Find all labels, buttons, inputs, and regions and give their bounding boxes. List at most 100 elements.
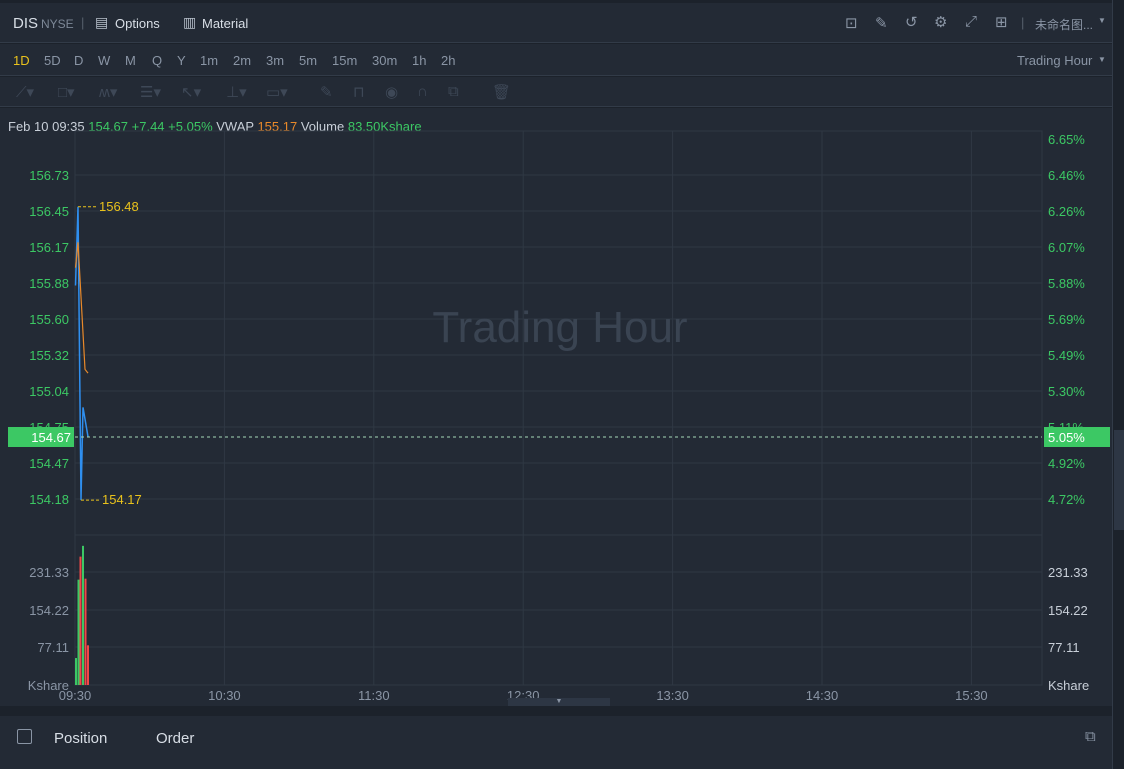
chevron-down-icon: ▼ (1098, 55, 1106, 64)
time-tick-label: 10:30 (208, 688, 241, 703)
lock-icon[interactable]: ⊓ (353, 83, 365, 101)
drawing-toolbar: ⟋▾ □▾ ʍ▾ ☰▾ ↖▾ ⊥▾ ▭▾ ✎ ⊓ ◉ ∩ ⧉ 🗑 (0, 77, 1112, 107)
price-tick-label: 155.60 (29, 312, 69, 327)
timeframe-30m[interactable]: 30m (372, 53, 397, 68)
timeframe-5m[interactable]: 5m (299, 53, 317, 68)
pct-tick-label: 6.07% (1048, 240, 1085, 255)
time-tick-label: 14:30 (806, 688, 839, 703)
pct-tick-label: 6.65% (1048, 132, 1085, 147)
timeframe-Q[interactable]: Q (152, 53, 162, 68)
timeframe-1m[interactable]: 1m (200, 53, 218, 68)
rectangle-tool-icon[interactable]: □▾ (58, 83, 75, 101)
current-pct-label: 5.05% (1048, 430, 1085, 445)
timeframe-3m[interactable]: 3m (266, 53, 284, 68)
line-tool-icon[interactable]: ⟋▾ (16, 83, 34, 101)
timeframe-15m[interactable]: 15m (332, 53, 357, 68)
tab-order[interactable]: Order (156, 730, 194, 747)
session-selector[interactable]: Trading Hour (1017, 53, 1092, 68)
volume-tick-label: 231.33 (29, 565, 69, 580)
volume-tick-label: 154.22 (1048, 603, 1088, 618)
volume-unit-label: Kshare (28, 678, 69, 693)
panel-collapse-handle[interactable]: ▼ (508, 698, 610, 706)
magnet-icon[interactable]: ∩ (417, 83, 428, 100)
volume-unit-label: Kshare (1048, 678, 1089, 693)
time-tick-label: 13:30 (656, 688, 689, 703)
time-tick-label: 11:30 (358, 688, 390, 703)
fullscreen-icon[interactable]: ⤢ (965, 13, 977, 30)
sidebar-toggle-icon[interactable] (17, 729, 32, 744)
tab-position[interactable]: Position (54, 730, 107, 747)
timeframe-5D[interactable]: 5D (44, 53, 61, 68)
volume-tick-label: 77.11 (1048, 640, 1080, 655)
pct-tick-label: 5.88% (1048, 276, 1085, 291)
draw-icon[interactable]: ✎ (875, 14, 888, 32)
grid-layout-icon[interactable]: ⊞ (995, 13, 1008, 31)
pct-tick-label: 4.72% (1048, 492, 1085, 507)
bottom-panel: Position Order ⧉ (0, 716, 1112, 769)
vwap-line (74, 242, 89, 374)
price-tick-label: 156.73 (29, 168, 69, 183)
timeframe-M[interactable]: M (125, 53, 136, 68)
layout-selector[interactable]: 未命名图... (1035, 16, 1093, 33)
pencil-icon[interactable]: ✎ (320, 83, 333, 101)
pct-tick-label: 5.30% (1048, 384, 1085, 399)
options-button[interactable]: Options (115, 16, 160, 31)
chart-svg: 09:30 10:30 11:30 12:30 13:30 14:30 15:30Tradi… (8, 130, 1110, 703)
plot-border (74, 130, 1043, 686)
pct-tick-label: 5.69% (1048, 312, 1085, 327)
timeframe-D[interactable]: D (74, 53, 83, 68)
popout-icon[interactable]: ⧉ (1085, 728, 1096, 745)
current-price-label: 154.67 (31, 430, 71, 445)
label-tool-icon[interactable]: ▭▾ (266, 83, 288, 101)
low-label: 154.17 (102, 492, 142, 507)
eye-icon[interactable]: ◉ (385, 83, 398, 101)
price-tick-label: 156.17 (29, 240, 69, 255)
pct-tick-label: 4.92% (1048, 456, 1085, 471)
indicator-icon[interactable]: ⊡ (845, 14, 858, 32)
right-panel-toggle[interactable] (1114, 430, 1124, 530)
right-scrollbar[interactable] (1112, 0, 1124, 769)
material-button[interactable]: Material (202, 16, 248, 31)
trash-icon[interactable]: 🗑 (492, 83, 511, 101)
timeframe-1D[interactable]: 1D (13, 53, 30, 68)
chevron-down-icon: ▼ (1098, 16, 1106, 25)
volume-bar (77, 579, 80, 685)
refresh-icon[interactable]: ↺ (905, 13, 918, 31)
high-label: 156.48 (99, 199, 139, 214)
watermark: Trading Hour (432, 303, 687, 352)
timeframe-2m[interactable]: 2m (233, 53, 251, 68)
exchange: NYSE (41, 17, 74, 31)
price-tick-label: 156.45 (29, 204, 69, 219)
price-tick-label: 154.47 (29, 456, 69, 471)
price-tick-label: 155.88 (29, 276, 69, 291)
volume-bar (82, 545, 84, 685)
pct-tick-label: 6.26% (1048, 204, 1085, 219)
divider: | (81, 15, 85, 30)
fibonacci-tool-icon[interactable]: ☰▾ (140, 83, 161, 101)
timeframe-1h[interactable]: 1h (412, 53, 426, 68)
header: DIS NYSE | ▤ Options ▥ Material ⊡ ✎ ↺ ⚙ … (0, 3, 1112, 43)
measure-tool-icon[interactable]: ⊥▾ (226, 83, 247, 101)
chart-area[interactable]: Feb 10 09:35 154.67 +7.44 +5.05% VWAP 15… (0, 108, 1112, 706)
price-tick-label: 155.04 (29, 384, 69, 399)
timeframe-Y[interactable]: Y (177, 53, 186, 68)
timeframe-bar: 1D 5D D W M Q Y 1m 2m 3m 5m 15m 30m 1h 2h Trading Hour… (0, 44, 1112, 76)
time-tick-label: 15:30 (955, 688, 988, 703)
layers-icon[interactable]: ⧉ (448, 83, 459, 100)
price-tick-label: 155.32 (29, 348, 69, 363)
options-icon: ▤ (95, 14, 109, 30)
volume-bar (87, 645, 89, 685)
volume-tick-label: 154.22 (29, 603, 69, 618)
pct-tick-label: 5.49% (1048, 348, 1085, 363)
arrow-tool-icon[interactable]: ↖▾ (181, 83, 201, 101)
symbol[interactable]: DIS (13, 15, 38, 32)
volume-bar (79, 556, 82, 685)
timeframe-2h[interactable]: 2h (441, 53, 455, 68)
divider: | (1021, 15, 1025, 30)
material-icon: ▥ (183, 14, 197, 30)
volume-tick-label: 231.33 (1048, 565, 1088, 580)
timeframe-W[interactable]: W (98, 53, 110, 68)
volume-tick-label: 77.11 (37, 640, 69, 655)
settings-icon[interactable]: ⚙ (934, 13, 947, 31)
pattern-tool-icon[interactable]: ʍ▾ (99, 83, 117, 101)
